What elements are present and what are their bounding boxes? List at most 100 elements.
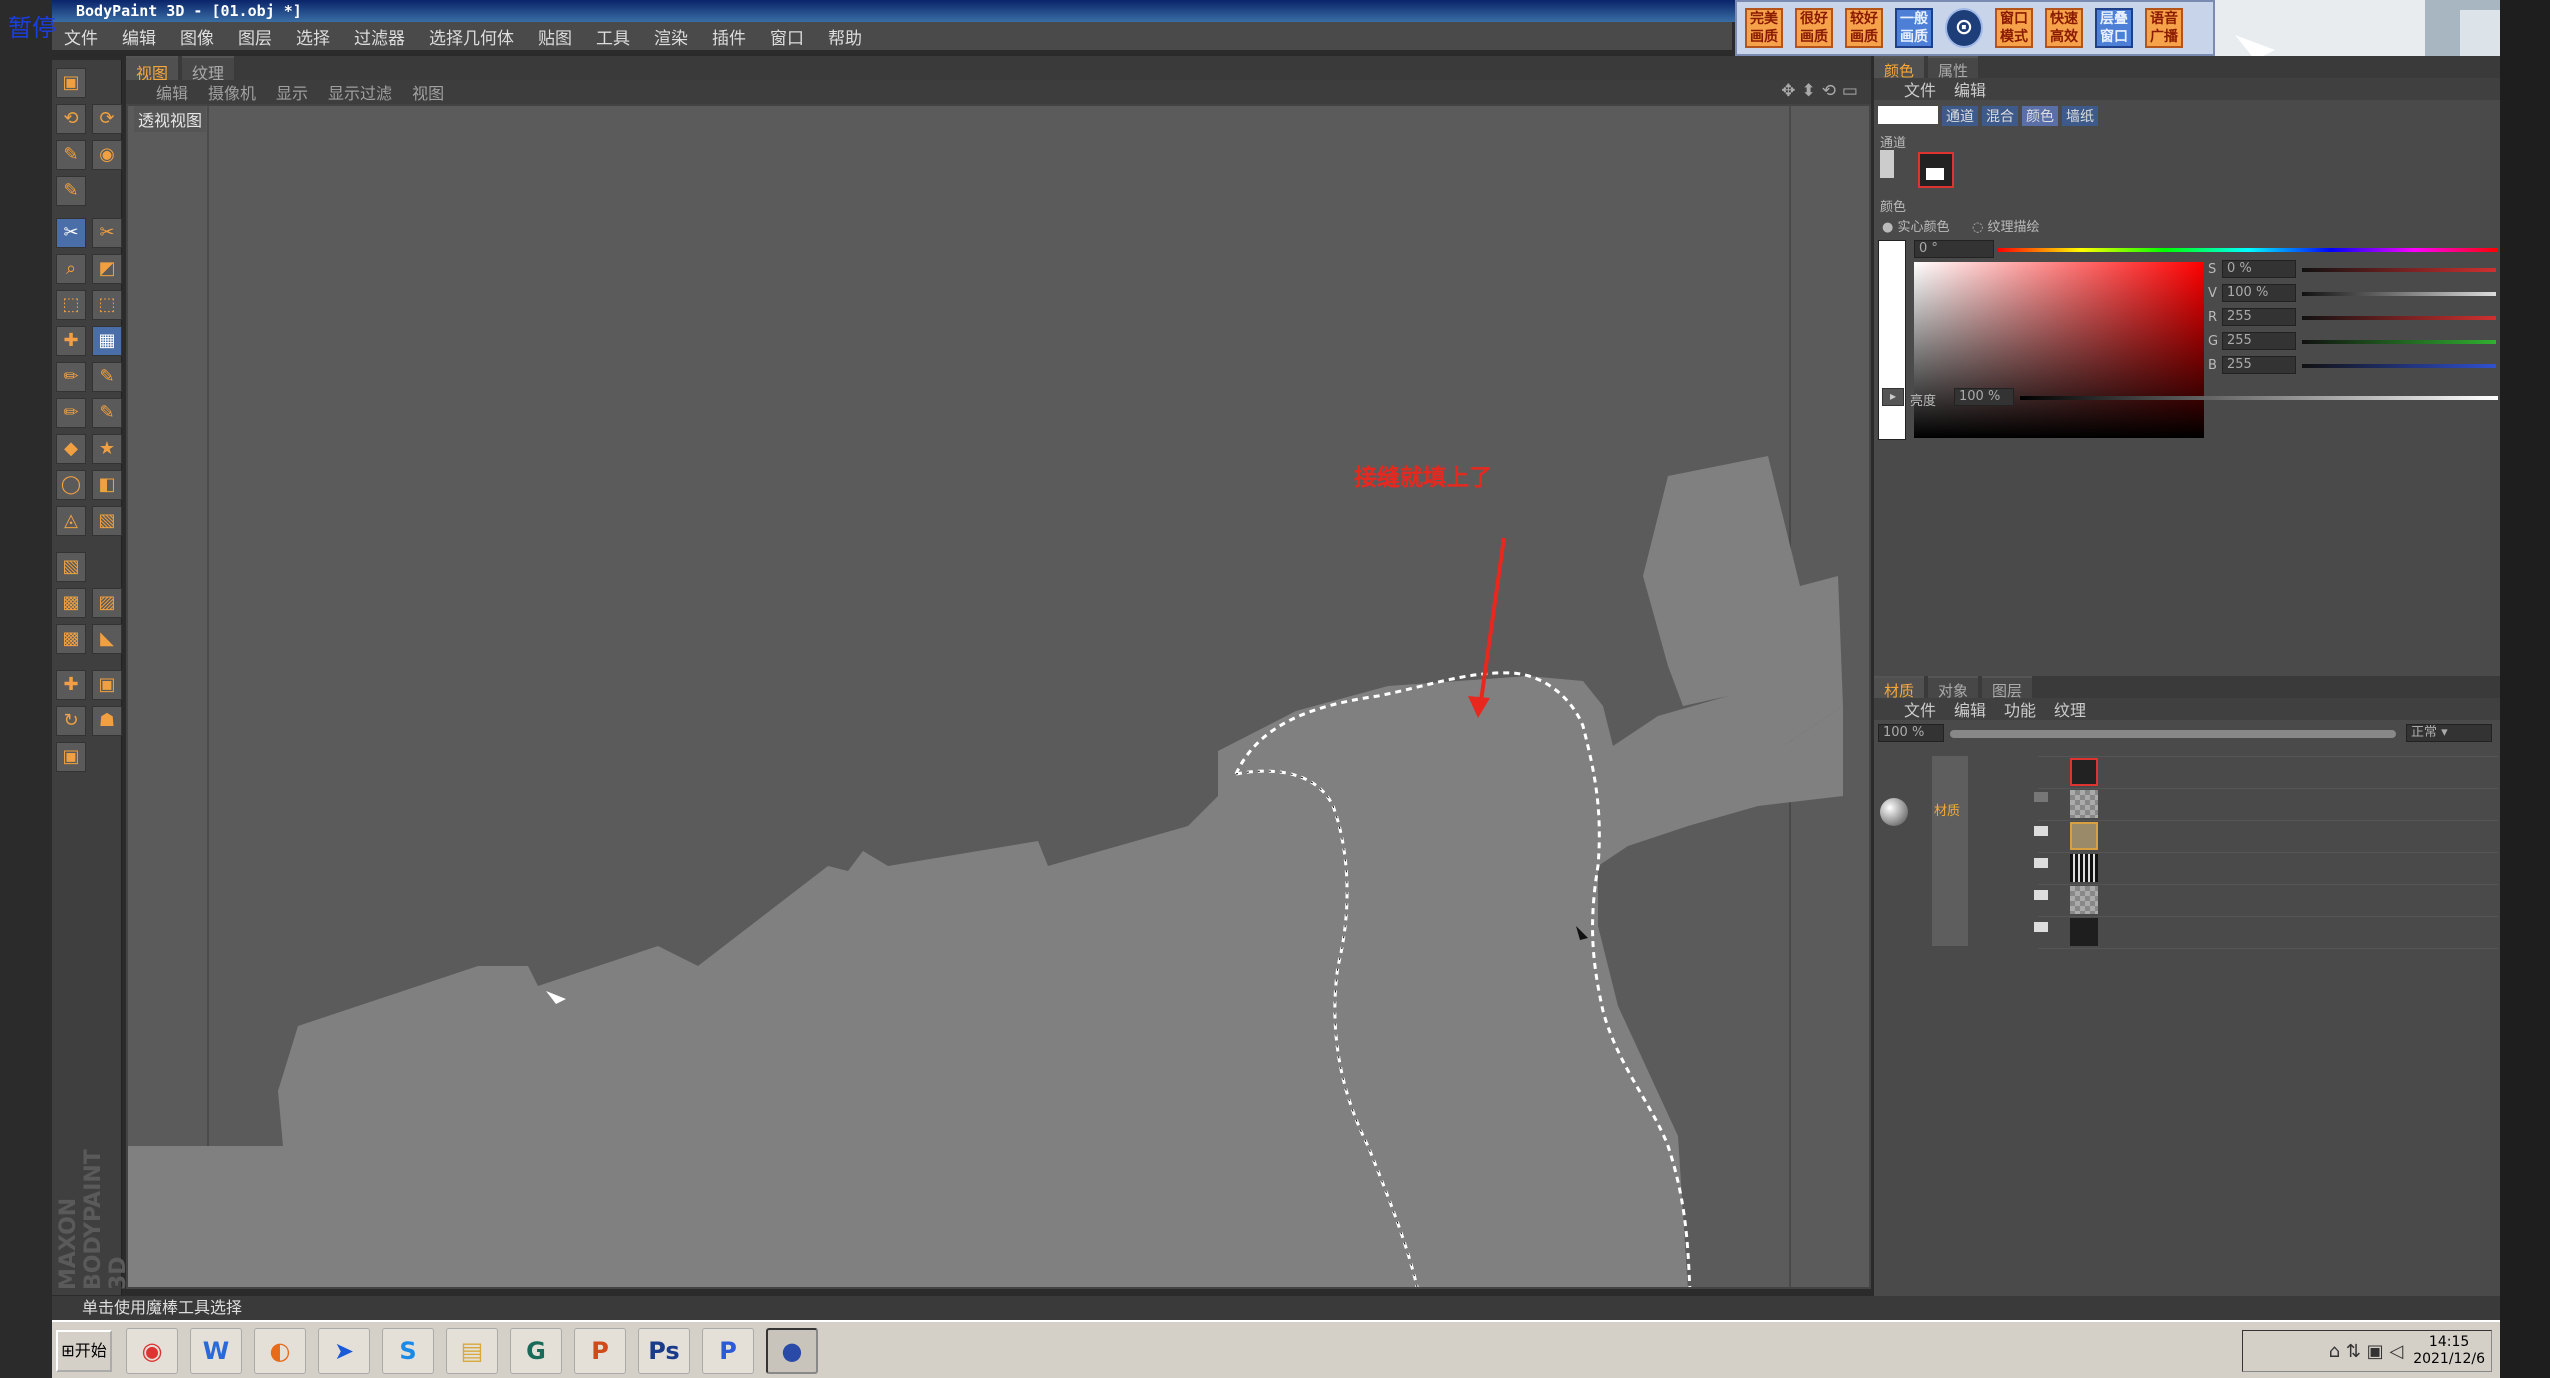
- tool-button[interactable]: ☗: [92, 706, 122, 736]
- viewport-nav-icons[interactable]: ✥⬍⟲▭: [1781, 81, 1864, 101]
- layer-opacity-field[interactable]: 100 %: [1878, 724, 1944, 742]
- viewport-menu-item[interactable]: 编辑: [156, 80, 188, 104]
- viewport-menu-item[interactable]: 显示过滤: [328, 80, 392, 104]
- slider-field[interactable]: 255: [2222, 332, 2296, 350]
- tool-button[interactable]: ✎: [92, 398, 122, 428]
- hue-field[interactable]: 0 °: [1914, 240, 1994, 258]
- viewport-tab[interactable]: 视图: [126, 56, 179, 83]
- material-menu-item[interactable]: 文件: [1904, 697, 1936, 721]
- tool-button[interactable]: ◬: [56, 506, 86, 536]
- tool-button[interactable]: ✎: [92, 362, 122, 392]
- tool-button[interactable]: ▨: [92, 588, 122, 618]
- quality-button[interactable]: 快速高效: [2045, 8, 2083, 48]
- tool-button[interactable]: ◆: [56, 434, 86, 464]
- tool-button[interactable]: ⬚: [56, 290, 86, 320]
- expand-icon[interactable]: ▸: [1882, 388, 1904, 406]
- color-subtab[interactable]: 颜色: [2022, 106, 2058, 126]
- feishu-icon[interactable]: ➤: [318, 1328, 370, 1374]
- menu-item[interactable]: 帮助: [828, 24, 862, 49]
- explorer-icon[interactable]: ▤: [446, 1328, 498, 1374]
- quality-button[interactable]: 窗口模式: [1995, 8, 2033, 48]
- quality-button[interactable]: 层叠窗口: [2095, 8, 2133, 48]
- tool-button[interactable]: ✏: [56, 362, 86, 392]
- perspective-viewport[interactable]: [126, 104, 1871, 1289]
- material-panel-tab[interactable]: 材质: [1874, 676, 1925, 700]
- saturation-value-picker[interactable]: [1914, 262, 2204, 438]
- menu-item[interactable]: 选择: [296, 24, 330, 49]
- menu-item[interactable]: 工具: [596, 24, 630, 49]
- solid-color-radio[interactable]: ● 实心颜色: [1882, 216, 1950, 235]
- tool-button[interactable]: ↻: [56, 706, 86, 736]
- powerpoint-icon[interactable]: P: [574, 1328, 626, 1374]
- tool-button[interactable]: ✂: [56, 218, 86, 248]
- blend-mode-select[interactable]: 正常 ▾: [2406, 724, 2492, 742]
- menu-item[interactable]: 选择几何体: [429, 24, 514, 49]
- color-subtab[interactable]: 混合: [1982, 106, 2018, 126]
- wps-icon[interactable]: W: [190, 1328, 242, 1374]
- viewport-menu-item[interactable]: 视图: [412, 80, 444, 104]
- color-channel-slider[interactable]: [2302, 292, 2496, 296]
- slider-field[interactable]: 255: [2222, 308, 2296, 326]
- tool-button[interactable]: ✚: [56, 670, 86, 700]
- color-channel-slider[interactable]: [2302, 316, 2496, 320]
- viewport-menu-item[interactable]: 摄像机: [208, 80, 256, 104]
- layer-opacity-slider[interactable]: [1950, 730, 2396, 738]
- color-subtab[interactable]: 通道: [1942, 106, 1978, 126]
- layer-visibility-icon[interactable]: [2034, 922, 2048, 932]
- color-panel-tab[interactable]: 属性: [1928, 56, 1979, 80]
- current-color-swatch[interactable]: [1878, 106, 1938, 124]
- menu-item[interactable]: 图层: [238, 24, 272, 49]
- tray-icons[interactable]: ⌂ ⇅ ▣ ◁: [2329, 1341, 2404, 1362]
- menu-item[interactable]: 文件: [64, 24, 98, 49]
- tool-button[interactable]: ▩: [56, 624, 86, 654]
- layer-thumb-color[interactable]: [2070, 758, 2098, 786]
- tool-button[interactable]: ✚: [56, 326, 86, 356]
- tool-button[interactable]: ⟲: [56, 104, 86, 134]
- tool-button[interactable]: ⟳: [92, 104, 122, 134]
- g-app-icon[interactable]: G: [510, 1328, 562, 1374]
- tool-button[interactable]: ◩: [92, 254, 122, 284]
- tool-button[interactable]: ▦: [92, 326, 122, 356]
- brightness-field[interactable]: 100 %: [1954, 388, 2014, 406]
- layer-thumb[interactable]: [2070, 790, 2098, 818]
- tool-button[interactable]: ◯: [56, 470, 86, 500]
- tool-button[interactable]: ⌕: [56, 254, 86, 284]
- material-name[interactable]: 材质: [1934, 800, 1960, 819]
- menu-item[interactable]: 编辑: [122, 24, 156, 49]
- tool-button[interactable]: ▩: [56, 588, 86, 618]
- material-menu-item[interactable]: 编辑: [1954, 697, 1986, 721]
- material-sphere-icon[interactable]: [1880, 798, 1908, 826]
- photoshop-icon[interactable]: Ps: [638, 1328, 690, 1374]
- chrome-icon[interactable]: ◉: [126, 1328, 178, 1374]
- material-menu-item[interactable]: 纹理: [2054, 697, 2086, 721]
- start-button[interactable]: ⊞开始: [56, 1330, 112, 1372]
- layer-visibility-icon[interactable]: [2034, 792, 2048, 802]
- tool-button[interactable]: ▣: [56, 68, 86, 98]
- tool-button[interactable]: ▣: [56, 742, 86, 772]
- tool-button[interactable]: ▣: [92, 670, 122, 700]
- menu-item[interactable]: 过滤器: [354, 24, 405, 49]
- tool-button[interactable]: ▧: [56, 552, 86, 582]
- viewport-tab[interactable]: 纹理: [182, 56, 235, 83]
- tool-button[interactable]: ✎: [56, 140, 86, 170]
- menu-item[interactable]: 插件: [712, 24, 746, 49]
- quality-button[interactable]: 一般画质: [1895, 8, 1933, 48]
- brightness-slider[interactable]: [2020, 396, 2498, 400]
- tool-button[interactable]: ◣: [92, 624, 122, 654]
- color-subtab[interactable]: 墙纸: [2062, 106, 2098, 126]
- menu-item[interactable]: 图像: [180, 24, 214, 49]
- p-app-icon[interactable]: P: [702, 1328, 754, 1374]
- menu-item[interactable]: 窗口: [770, 24, 804, 49]
- tool-button[interactable]: ◉: [92, 140, 122, 170]
- slider-field[interactable]: 100 %: [2222, 284, 2296, 302]
- viewport-menu-item[interactable]: 显示: [276, 80, 308, 104]
- material-panel-tab[interactable]: 图层: [1982, 676, 2033, 700]
- quality-button[interactable]: 较好画质: [1845, 8, 1883, 48]
- tool-button[interactable]: ◧: [92, 470, 122, 500]
- color-channel-slider[interactable]: [2302, 340, 2496, 344]
- material-menu-item[interactable]: 功能: [2004, 697, 2036, 721]
- layer-visibility-icon[interactable]: [2034, 890, 2048, 900]
- layer-thumb[interactable]: [2070, 918, 2098, 946]
- quality-button[interactable]: 语音广播: [2145, 8, 2183, 48]
- tool-button[interactable]: ⬚: [92, 290, 122, 320]
